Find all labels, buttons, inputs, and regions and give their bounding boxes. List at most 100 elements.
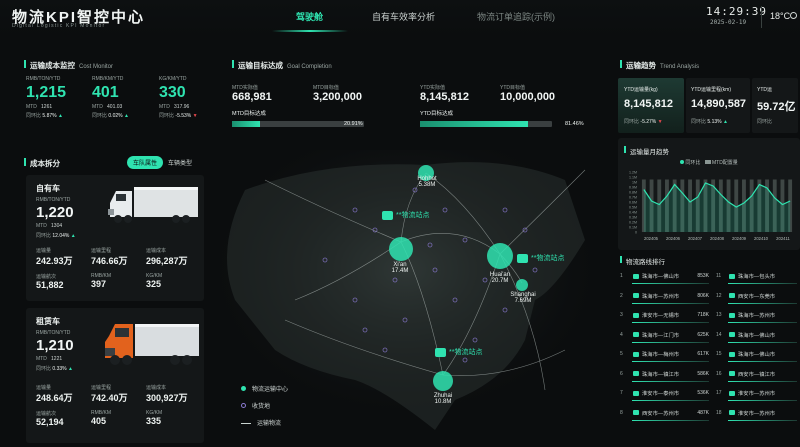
rank-number: 17 <box>716 390 722 396</box>
ranking-title: 物流路线排行 <box>626 259 665 266</box>
clock-date: 2025-02-19 <box>710 19 747 26</box>
orange-truck-image <box>105 324 199 365</box>
route-value: 586K <box>697 370 709 377</box>
vehicle-type-name: 租赁车 <box>36 317 60 326</box>
route-progress-line <box>728 380 797 382</box>
y-tick-label: 0.1M <box>629 226 637 230</box>
section-marker <box>620 256 622 263</box>
trend-card-volume[interactable]: YTD运输量(kg) 8,145,812 同环比 -5.27% ▼ <box>618 78 684 133</box>
rank-number: 7 <box>620 390 623 396</box>
rank-number: 4 <box>620 331 623 338</box>
ranking-row[interactable]: 12 西安市—东莞市 <box>716 288 800 304</box>
y-tick-label: 0 <box>635 231 637 235</box>
kpi-card-kg-km[interactable]: KG/KM/YTD 330 MTD 317.96 同环比 -5.53% ▼ <box>159 76 219 119</box>
tab-cockpit[interactable]: 驾驶舱 <box>296 10 323 23</box>
section-marker <box>24 158 26 166</box>
page-subtitle: Digital Logistic KPI Monitor <box>12 23 106 29</box>
ranking-row[interactable]: 7 淮安市—泰州市 536K <box>620 385 712 401</box>
truck-icon <box>633 390 639 396</box>
destination-legend-icon <box>241 403 246 408</box>
route-name: 西安市—镇江市 <box>738 371 776 378</box>
ranking-row[interactable]: 11 珠海市—包头市 <box>716 268 800 284</box>
rank-number: 2 <box>620 292 623 299</box>
tab-fleet-attribute[interactable]: 车队属性 <box>127 156 164 169</box>
ytd-progress-percent: 81.46% <box>565 121 584 127</box>
station-marker[interactable]: **物流站点 <box>435 347 482 357</box>
clock-time: 14:29:39 <box>706 5 767 18</box>
route-name: 珠海市—苏州市 <box>642 293 680 300</box>
goal-mtd-target: MTD目标值 3,200,000 <box>313 85 362 103</box>
ranking-row[interactable]: 6 珠海市—镇江市 586K <box>620 366 712 382</box>
route-name: 珠海市—苏州市 <box>738 313 776 319</box>
ranking-row[interactable]: 2 珠海市—苏州市 806K <box>620 288 712 304</box>
mtd-progress-fill <box>232 121 260 127</box>
kpi-card-rmb-km[interactable]: RMB/KM/YTD 401 MTD 401.03 同环比 0.02% ▲ <box>92 76 148 119</box>
tab-order-tracking[interactable]: 物流订单追踪(示例) <box>477 10 555 23</box>
route-progress-line <box>632 361 709 362</box>
map-node-xian <box>389 237 413 261</box>
tab-vehicle-type[interactable]: 车辆类型 <box>162 156 198 169</box>
ranking-row[interactable]: 5 珠海市—梅州市 617K <box>620 346 712 362</box>
rank-number: 12 <box>716 292 722 299</box>
section-marker <box>624 146 626 153</box>
y-tick-label: 0.5M <box>629 206 637 210</box>
route-progress-line <box>728 361 797 362</box>
section-marker <box>24 60 26 68</box>
ranking-row[interactable]: 18 淮安市—苏州市 <box>716 405 800 421</box>
node-label-huaian: Huai'an 20.7M <box>489 272 511 284</box>
route-progress-line <box>728 419 797 421</box>
truck-icon <box>633 371 639 376</box>
route-progress-line <box>632 400 709 401</box>
monthly-trend-chart: 1.2M1.1M1M0.9M0.8M0.7M0.6M0.5M0.4M0.3M0.… <box>629 171 793 241</box>
route-name: 珠海市—江门市 <box>642 332 680 339</box>
x-tick-label: 202407 <box>688 236 703 241</box>
truck-icon <box>729 332 735 337</box>
node-label-xian: Xi'an 17.4M <box>391 262 409 274</box>
route-name: 珠海市—佛山市 <box>738 332 776 339</box>
ranking-row[interactable]: 15 珠海市—佛山市 <box>716 346 800 362</box>
route-value: 853K <box>697 273 709 279</box>
ytd-progress-bar <box>420 121 552 127</box>
y-tick-label: 0.7M <box>629 196 637 200</box>
rank-number: 1 <box>620 273 623 279</box>
route-progress-line <box>728 283 797 284</box>
kpi-value: 1,215 <box>26 84 67 101</box>
route-progress-line <box>632 380 709 382</box>
ranking-row[interactable]: 1 珠海市—佛山市 853K <box>620 268 712 284</box>
ranking-row[interactable]: 13 珠海市—苏州市 <box>716 307 800 323</box>
truck-icon <box>633 410 639 415</box>
ranking-row[interactable]: 16 西安市—镇江市 <box>716 366 800 382</box>
ranking-row[interactable]: 3 淮安市—无锡市 718K <box>620 307 712 323</box>
kpi-card-rmb-ton[interactable]: RMB/TON/YTD 1,215 MTD 1261 同环比 5.87% ▲ <box>26 76 82 119</box>
ranking-row[interactable]: 17 淮安市—苏州市 <box>716 385 800 401</box>
y-tick-label: 1.2M <box>629 171 637 175</box>
route-progress-line <box>632 341 709 343</box>
tab-own-vehicle-efficiency[interactable]: 自有车效率分析 <box>372 10 435 23</box>
truck-icon <box>729 273 735 279</box>
route-progress-line <box>632 302 709 304</box>
rank-number: 18 <box>716 409 722 416</box>
truck-icon <box>729 351 735 357</box>
node-label-hohhot: Hohhot 5.38M <box>417 176 437 188</box>
goal-mtd-actual: MTD实际值 668,981 <box>232 85 272 103</box>
white-truck-image <box>108 187 198 223</box>
ranking-row[interactable]: 14 珠海市—佛山市 <box>716 327 800 343</box>
trend-card-mileage[interactable]: YTD运输里程(km) 14,890,587 同环比 5.13% ▲ <box>686 78 750 133</box>
ranking-row[interactable]: 8 西安市—苏州市 487K <box>620 405 712 421</box>
route-name: 珠海市—梅州市 <box>642 352 680 358</box>
x-tick-label: 202405 <box>644 236 659 241</box>
route-name: 珠海市—佛山市 <box>642 274 680 280</box>
goal-title: 运输目标达成 Goal Completion <box>238 61 332 70</box>
truck-icon <box>633 351 639 357</box>
section-marker <box>620 60 622 68</box>
vehicle-type-name: 自有车 <box>36 184 60 193</box>
station-marker[interactable]: **物流站点 <box>517 253 564 263</box>
weather-icon <box>790 12 797 19</box>
ranking-row[interactable]: 4 珠海市—江门市 625K <box>620 327 712 343</box>
trend-card-cost[interactable]: YTD运 59.72亿 同环比 <box>752 78 798 133</box>
china-logistics-map[interactable]: Hohhot 5.38M Xi'an 17.4M Huai'an 20.7M Shan… <box>205 150 605 447</box>
own-vehicle-panel: 自有车 RMB/TON/YTD 1,220 MTD 1304 同环比 12.04… <box>26 175 204 301</box>
ytd-bar-label: YTD目标达成 <box>420 111 454 117</box>
y-tick-label: 0.8M <box>629 191 637 195</box>
station-marker[interactable]: **物流站点 <box>382 210 429 220</box>
